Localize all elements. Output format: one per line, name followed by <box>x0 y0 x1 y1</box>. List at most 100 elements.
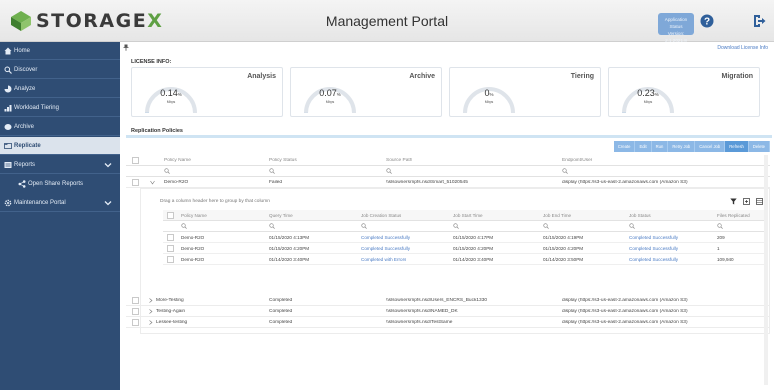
sidebar-item-open-share-reports[interactable]: Open Share Reports <box>0 175 120 193</box>
table-row[interactable]: Lessee-testing Completed \\slsownersrnpf… <box>126 317 770 328</box>
filter-search-icon[interactable] <box>629 223 635 229</box>
row-checkbox[interactable] <box>167 245 174 252</box>
column-header-endpoint-user[interactable]: Endpoint/User <box>562 158 592 163</box>
column-header-query-time[interactable]: Query Time <box>269 213 293 218</box>
filter-icon[interactable] <box>730 198 737 205</box>
archive-icon <box>4 123 12 130</box>
filter-search-icon[interactable] <box>453 223 459 229</box>
table-row[interactable]: Demo-R2O 01/15/2020 4:20PM Completed Suc… <box>163 243 767 254</box>
download-license-info-link[interactable]: Download License Info <box>717 45 768 51</box>
select-all-checkbox[interactable] <box>167 212 174 219</box>
row-checkbox[interactable] <box>167 256 174 263</box>
grid-scrollbar[interactable] <box>764 155 768 385</box>
pin-icon[interactable] <box>123 44 129 51</box>
sidebar-item-label: Maintenance Portal <box>14 199 66 206</box>
license-card-archive: Archive 0.07% Mbps <box>290 67 442 117</box>
usage-gauge: 0% Mbps <box>460 78 518 116</box>
filter-search-icon[interactable] <box>386 168 392 174</box>
column-header-policy-status[interactable]: Policy Status <box>269 158 297 163</box>
help-icon[interactable]: ? <box>700 14 714 28</box>
license-card-migration: Migration 0.23% Mbps <box>608 67 760 117</box>
edit-button[interactable]: Edit <box>635 141 652 152</box>
row-checkbox[interactable] <box>132 308 139 315</box>
filter-search-icon[interactable] <box>269 223 275 229</box>
column-header-job-end-time[interactable]: Job End Time <box>543 213 571 218</box>
column-header-job-status[interactable]: Job Status <box>629 213 651 218</box>
card-title: Tiering <box>570 73 594 80</box>
filter-search-icon[interactable] <box>269 168 275 174</box>
usage-gauge: 0.14% Mbps <box>142 78 200 116</box>
sidebar-item-discover[interactable]: Discover <box>0 61 120 79</box>
expand-row-icon[interactable] <box>148 320 153 325</box>
row-checkbox[interactable] <box>132 179 139 186</box>
sidebar-item-label: Home <box>14 47 31 54</box>
columns-icon[interactable] <box>756 198 763 205</box>
run-button[interactable]: Run <box>651 141 669 152</box>
export-icon[interactable] <box>743 198 750 205</box>
group-by-hint: Drag a column header here to group by th… <box>160 199 270 204</box>
sidebar-item-label: Archive <box>14 123 35 130</box>
expand-row-icon[interactable] <box>150 180 155 185</box>
gauge-unit: % <box>336 92 341 97</box>
table-row[interactable]: Testing-Again Completed \\slsownersrnpfs… <box>126 306 770 317</box>
license-card-analysis: Analysis 0.14% Mbps <box>131 67 283 117</box>
app-header: STORAGEX Management Portal Application S… <box>0 0 774 43</box>
expand-row-icon[interactable] <box>148 309 153 314</box>
sidebar-item-reports[interactable]: Reports <box>0 156 120 174</box>
chevron-down-icon[interactable] <box>104 161 112 169</box>
filter-search-icon[interactable] <box>361 223 367 229</box>
sidebar-item-analyze[interactable]: Analyze <box>0 80 120 98</box>
sidebar-item-label: Reports <box>14 161 36 168</box>
gauge-sub-label: Mbps <box>166 100 176 104</box>
table-row[interactable]: Demo-R2O 01/15/2020 4:13PM Completed Suc… <box>163 232 767 243</box>
column-header-policy-name[interactable]: Policy Name <box>164 158 191 163</box>
sidebar-item-replicate[interactable]: Replicate <box>0 137 120 155</box>
gauge-value: 0.23 <box>637 88 655 98</box>
column-header-policy-name[interactable]: Policy Name <box>181 213 207 218</box>
row-checkbox[interactable] <box>132 297 139 304</box>
table-row[interactable]: Demo-R2O Failed \\slsownersrnpfs.nsd\Sma… <box>126 177 770 188</box>
gauge-sub-label: Mbps <box>325 100 335 104</box>
filter-search-icon[interactable] <box>543 223 549 229</box>
sidebar-item-label: Workload Tiering <box>14 104 59 111</box>
gauge-unit: % <box>654 92 659 97</box>
logout-icon[interactable] <box>752 14 766 28</box>
chevron-down-icon[interactable] <box>104 199 112 207</box>
gauge-sub-label: Mbps <box>643 100 653 104</box>
sidebar-item-home[interactable]: Home <box>0 42 120 60</box>
cancel-job-button[interactable]: Cancel Job <box>695 141 726 152</box>
row-checkbox[interactable] <box>167 234 174 241</box>
section-divider <box>126 135 772 138</box>
svg-text:?: ? <box>704 17 710 28</box>
policy-grid-header: Policy Name Policy Status Source Path En… <box>126 155 770 166</box>
retry-job-button[interactable]: Retry Job <box>668 141 696 152</box>
filter-search-icon[interactable] <box>181 223 187 229</box>
sidebar-item-maintenance-portal[interactable]: Maintenance Portal <box>0 194 120 212</box>
row-checkbox[interactable] <box>132 319 139 326</box>
replication-policies-title: Replication Policies <box>131 128 183 134</box>
create-button[interactable]: Create <box>613 141 636 152</box>
application-status-button[interactable]: Application Status Version: 2.1.2021.8 <box>658 13 694 43</box>
table-row[interactable]: More-Testing Completed \\slsownersrnpfs.… <box>126 295 770 306</box>
column-header-source-path[interactable]: Source Path <box>386 158 412 163</box>
license-card-tiering: Tiering 0% Mbps <box>449 67 601 117</box>
sidebar-item-workload-tiering[interactable]: Workload Tiering <box>0 99 120 117</box>
replicate-icon <box>4 142 12 149</box>
job-grid-header: Policy Name Query Time Job Creation Stat… <box>163 210 767 221</box>
gauge-value: 0.14 <box>160 88 178 98</box>
filter-search-icon[interactable] <box>717 223 723 229</box>
refresh-button[interactable]: Refresh <box>725 141 749 152</box>
expand-row-icon[interactable] <box>148 298 153 303</box>
job-grid-filter-row <box>163 221 767 232</box>
delete-button[interactable]: Delete <box>748 141 770 152</box>
filter-search-icon[interactable] <box>164 168 170 174</box>
table-row[interactable]: Demo-R2O 01/14/2020 3:40PM Completed wit… <box>163 254 767 265</box>
filter-search-icon[interactable] <box>562 168 568 174</box>
column-header-job-creation-status[interactable]: Job Creation Status <box>361 213 401 218</box>
gauge-sub-label: Mbps <box>484 100 494 104</box>
sidebar-item-archive[interactable]: Archive <box>0 118 120 136</box>
select-all-checkbox[interactable] <box>132 157 139 164</box>
reports-icon <box>4 161 12 168</box>
column-header-job-start-time[interactable]: Job Start Time <box>453 213 483 218</box>
column-header-files-replicated[interactable]: Files Replicated <box>717 213 750 218</box>
